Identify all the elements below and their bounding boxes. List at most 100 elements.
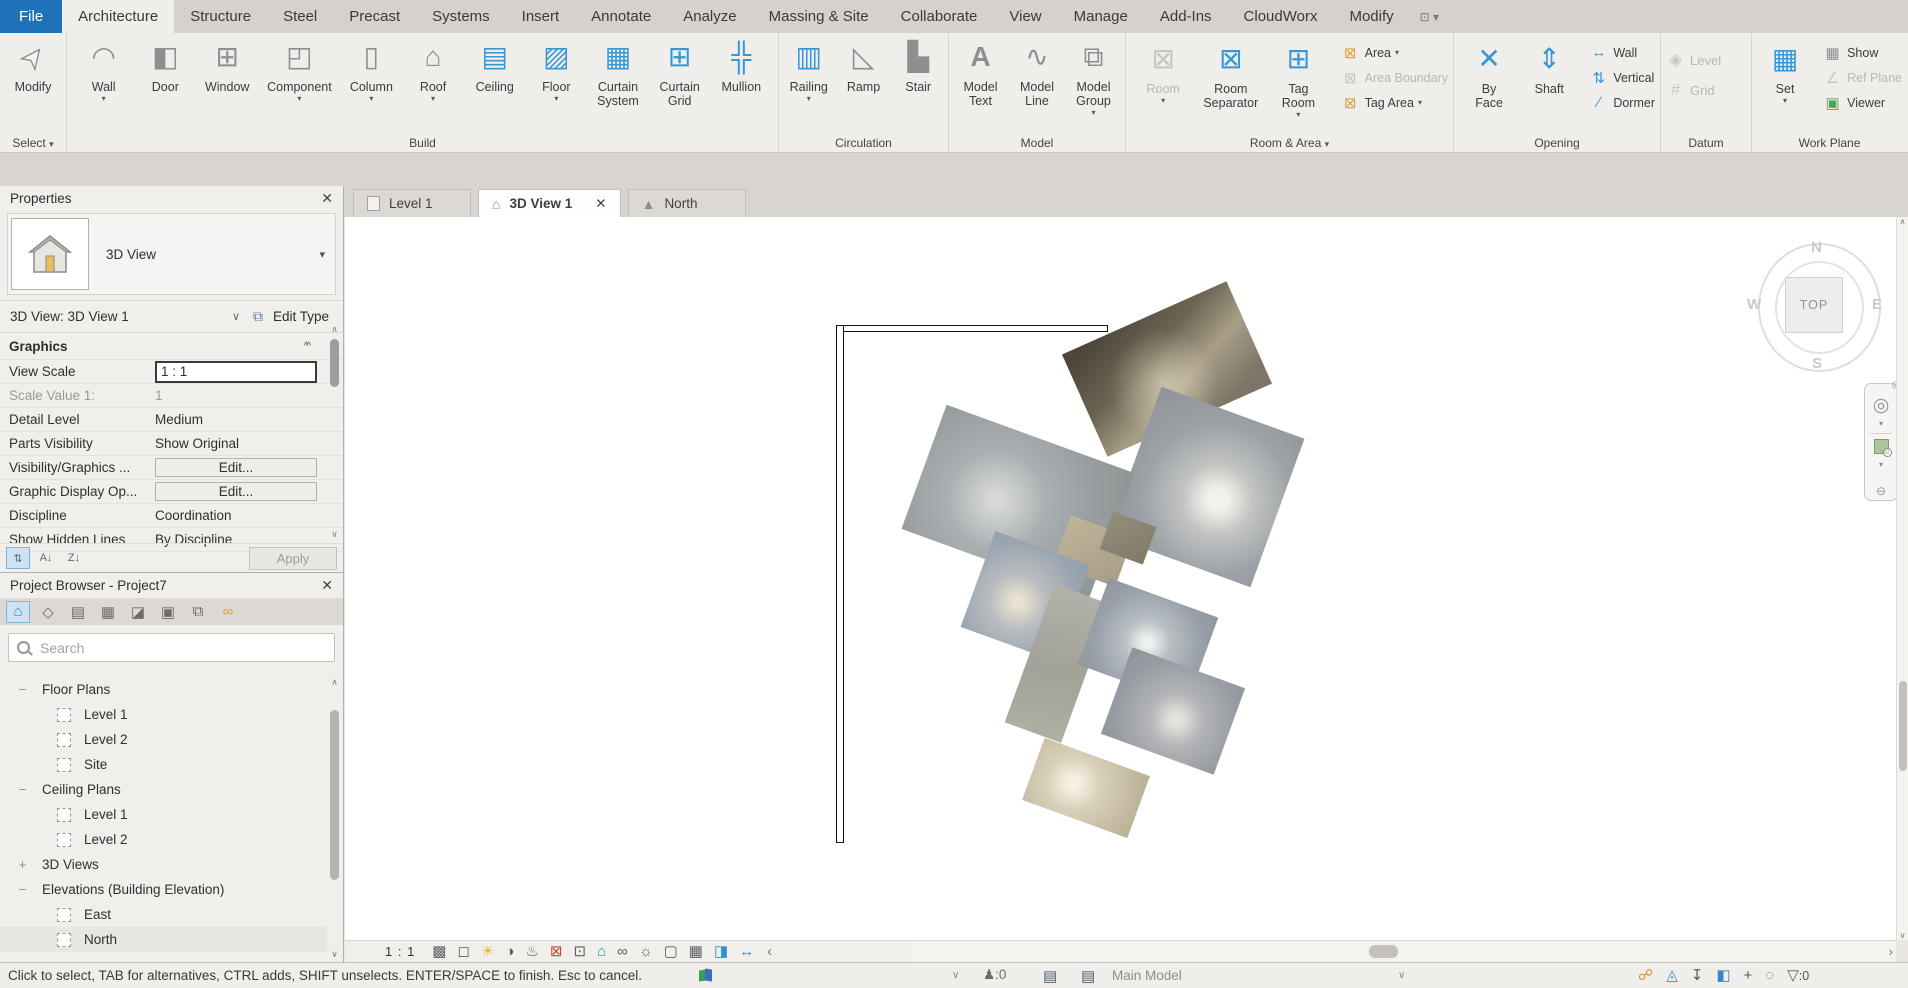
- ribbon-tool-small[interactable]: ∠ Ref Plane: [1818, 65, 1907, 90]
- ribbon-tab[interactable]: Collaborate: [885, 0, 994, 33]
- steering-wheel-icon[interactable]: ◎: [1873, 394, 1890, 417]
- ribbon-tool-button[interactable]: ⊞ CurtainGrid: [655, 33, 705, 109]
- horizontal-scrollbar[interactable]: ›: [911, 940, 1896, 962]
- view-tab[interactable]: ▲ North: [628, 189, 746, 217]
- property-row[interactable]: Graphic Display Op... Edit...: [0, 480, 343, 504]
- scroll-up-icon[interactable]: ∧: [331, 324, 338, 335]
- ribbon-tool-small[interactable]: ⊠ Area Boundary: [1336, 65, 1453, 90]
- tree-item[interactable]: − Ceiling Plans: [0, 777, 327, 802]
- ribbon-tool-small[interactable]: ◈ Level: [1661, 45, 1751, 75]
- ribbon-tool-button[interactable]: ◠ Wall▾: [79, 33, 129, 104]
- tree-item[interactable]: Level 2: [0, 727, 327, 752]
- browser-toolbar-icon[interactable]: ▣: [156, 601, 180, 623]
- ribbon-tab[interactable]: Manage: [1058, 0, 1144, 33]
- view-control-icon[interactable]: ◑: [505, 944, 514, 959]
- ribbon-tool-button[interactable]: ◧ Door: [140, 33, 190, 95]
- ribbon-tab[interactable]: ⊡ ▾: [1410, 0, 1449, 33]
- edit-type-button[interactable]: Edit Type: [273, 309, 329, 324]
- ribbon-tab[interactable]: Analyze: [667, 0, 752, 33]
- ribbon-tab[interactable]: File: [0, 0, 62, 33]
- selection-control-icon[interactable]: ☍: [1638, 966, 1653, 984]
- ribbon-tool-button[interactable]: ∿ ModelLine: [1012, 33, 1062, 109]
- scroll-down-icon[interactable]: ∨: [331, 949, 338, 960]
- ribbon-tab[interactable]: Architecture: [62, 0, 174, 33]
- property-row[interactable]: Parts Visibility Show Original: [0, 432, 343, 456]
- ribbon-tool-button[interactable]: ▦ Set▾: [1760, 35, 1810, 106]
- design-options-icon[interactable]: ▤: [1081, 967, 1095, 985]
- selection-control-icon[interactable]: ▽:0: [1787, 966, 1809, 984]
- browser-toolbar-icon[interactable]: ◪: [126, 601, 150, 623]
- ribbon-tool-small[interactable]: ∕ Dormer: [1584, 90, 1660, 115]
- view-control-icon[interactable]: ∞: [617, 944, 628, 959]
- expand-collapse-icon[interactable]: −: [16, 782, 29, 797]
- scrollbar-thumb[interactable]: [330, 339, 339, 387]
- ribbon-tool-small[interactable]: ⊠ Area ▾: [1336, 40, 1453, 65]
- ribbon-tool-button[interactable]: ➤ Modify: [8, 33, 58, 95]
- view-tab[interactable]: ⌂ 3D View 1 ✕: [478, 189, 621, 217]
- tree-item[interactable]: Level 1: [0, 802, 327, 827]
- worksets-dialog-icon[interactable]: ▤: [1043, 967, 1057, 985]
- collapse-icon[interactable]: ^^: [304, 341, 309, 352]
- ribbon-tool-button[interactable]: ▤ Ceiling: [470, 33, 520, 95]
- properties-scrollbar[interactable]: ∧ ∨: [327, 324, 342, 540]
- ribbon-tool-button[interactable]: ⊞ Window: [202, 33, 252, 95]
- chevron-down-icon[interactable]: ∨: [232, 310, 240, 323]
- scroll-right-icon[interactable]: ›: [1889, 944, 1893, 959]
- ribbon-tool-button[interactable]: A ModelText: [956, 33, 1006, 109]
- ribbon-tool-small[interactable]: ⊠ Tag Area ▾: [1336, 90, 1453, 115]
- view-control-icon[interactable]: ☼: [639, 944, 653, 959]
- browser-toolbar-icon[interactable]: ⧉: [186, 601, 210, 623]
- ribbon-tool-small[interactable]: ▣ Viewer: [1818, 90, 1907, 115]
- panel-label-select[interactable]: Select ▾: [0, 134, 66, 152]
- ribbon-tool-button[interactable]: ◰ Component▾: [264, 33, 335, 104]
- viewcube-north[interactable]: N: [1811, 239, 1822, 256]
- view-control-icon[interactable]: ▩: [432, 944, 446, 959]
- selection-control-icon[interactable]: ↧: [1691, 966, 1704, 984]
- panel-label-room-area[interactable]: Room & Area ▾: [1126, 134, 1453, 152]
- ribbon-tool-button[interactable]: ▨ Floor▾: [531, 33, 581, 104]
- collapse-navbar-icon[interactable]: ⊖: [1876, 484, 1886, 498]
- ribbon-tool-small[interactable]: # Grid: [1661, 75, 1751, 105]
- ribbon-tab[interactable]: Systems: [416, 0, 506, 33]
- ribbon-tab[interactable]: Modify: [1333, 0, 1409, 33]
- view-control-icon[interactable]: ◻: [457, 944, 469, 959]
- property-row[interactable]: Scale Value 1: 1: [0, 384, 343, 408]
- scroll-down-icon[interactable]: ∨: [331, 529, 338, 540]
- ribbon-tool-button[interactable]: ▥ Railing▾: [784, 33, 834, 104]
- view-control-icon[interactable]: ◨: [714, 944, 728, 959]
- chevron-down-icon[interactable]: ∨: [1398, 970, 1405, 981]
- scroll-down-icon[interactable]: ∨: [1900, 931, 1906, 940]
- tree-item[interactable]: North: [0, 927, 327, 952]
- ribbon-tab[interactable]: Precast: [333, 0, 416, 33]
- view-scale-button[interactable]: 1 : 1: [385, 944, 415, 959]
- browser-scrollbar[interactable]: ∧ ∨: [327, 677, 342, 960]
- worksharing-display-icon[interactable]: [697, 968, 713, 983]
- browser-toolbar-icon[interactable]: ▤: [66, 601, 90, 623]
- scroll-up-icon[interactable]: ∧: [1900, 217, 1906, 226]
- viewcube[interactable]: N E S W TOP: [1748, 243, 1888, 379]
- chevron-down-icon[interactable]: ▾: [1879, 419, 1883, 428]
- browser-toolbar-icon[interactable]: ∞: [216, 601, 240, 623]
- property-row[interactable]: Visibility/Graphics ... Edit...: [0, 456, 343, 480]
- wall-outline-horizontal[interactable]: [836, 325, 1108, 332]
- ribbon-tool-button[interactable]: ⊠ Room▾: [1138, 35, 1188, 106]
- ribbon-tab[interactable]: Structure: [174, 0, 267, 33]
- ribbon-tab[interactable]: Add-Ins: [1144, 0, 1228, 33]
- ribbon-tool-button[interactable]: ✕ ByFace: [1464, 35, 1514, 111]
- ribbon-tool-button[interactable]: ◺ Ramp: [839, 33, 889, 95]
- ribbon-tool-button[interactable]: ⧉ ModelGroup▾: [1069, 33, 1119, 118]
- property-row[interactable]: Detail Level Medium: [0, 408, 343, 432]
- zoom-region-icon[interactable]: [1874, 439, 1889, 454]
- scroll-up-icon[interactable]: ∧: [331, 677, 338, 688]
- ribbon-tool-button[interactable]: ⌂ Roof▾: [408, 33, 458, 104]
- drawing-canvas[interactable]: N E S W TOP ⊗ ◎ ▾ ▾ ⊖: [345, 217, 1896, 940]
- expand-collapse-icon[interactable]: −: [16, 682, 29, 697]
- worksets-button[interactable]: ♟:0: [983, 967, 1006, 983]
- type-selector[interactable]: 3D View ▾: [7, 213, 336, 295]
- ribbon-tool-small[interactable]: ↔ Wall: [1584, 40, 1660, 65]
- ribbon-tool-button[interactable]: ⊞ TagRoom▾: [1273, 35, 1323, 120]
- tree-item[interactable]: Level 2: [0, 827, 327, 852]
- tree-item[interactable]: − Elevations (Building Elevation): [0, 877, 327, 902]
- ribbon-tab[interactable]: Massing & Site: [753, 0, 885, 33]
- tree-item[interactable]: Level 1: [0, 702, 327, 727]
